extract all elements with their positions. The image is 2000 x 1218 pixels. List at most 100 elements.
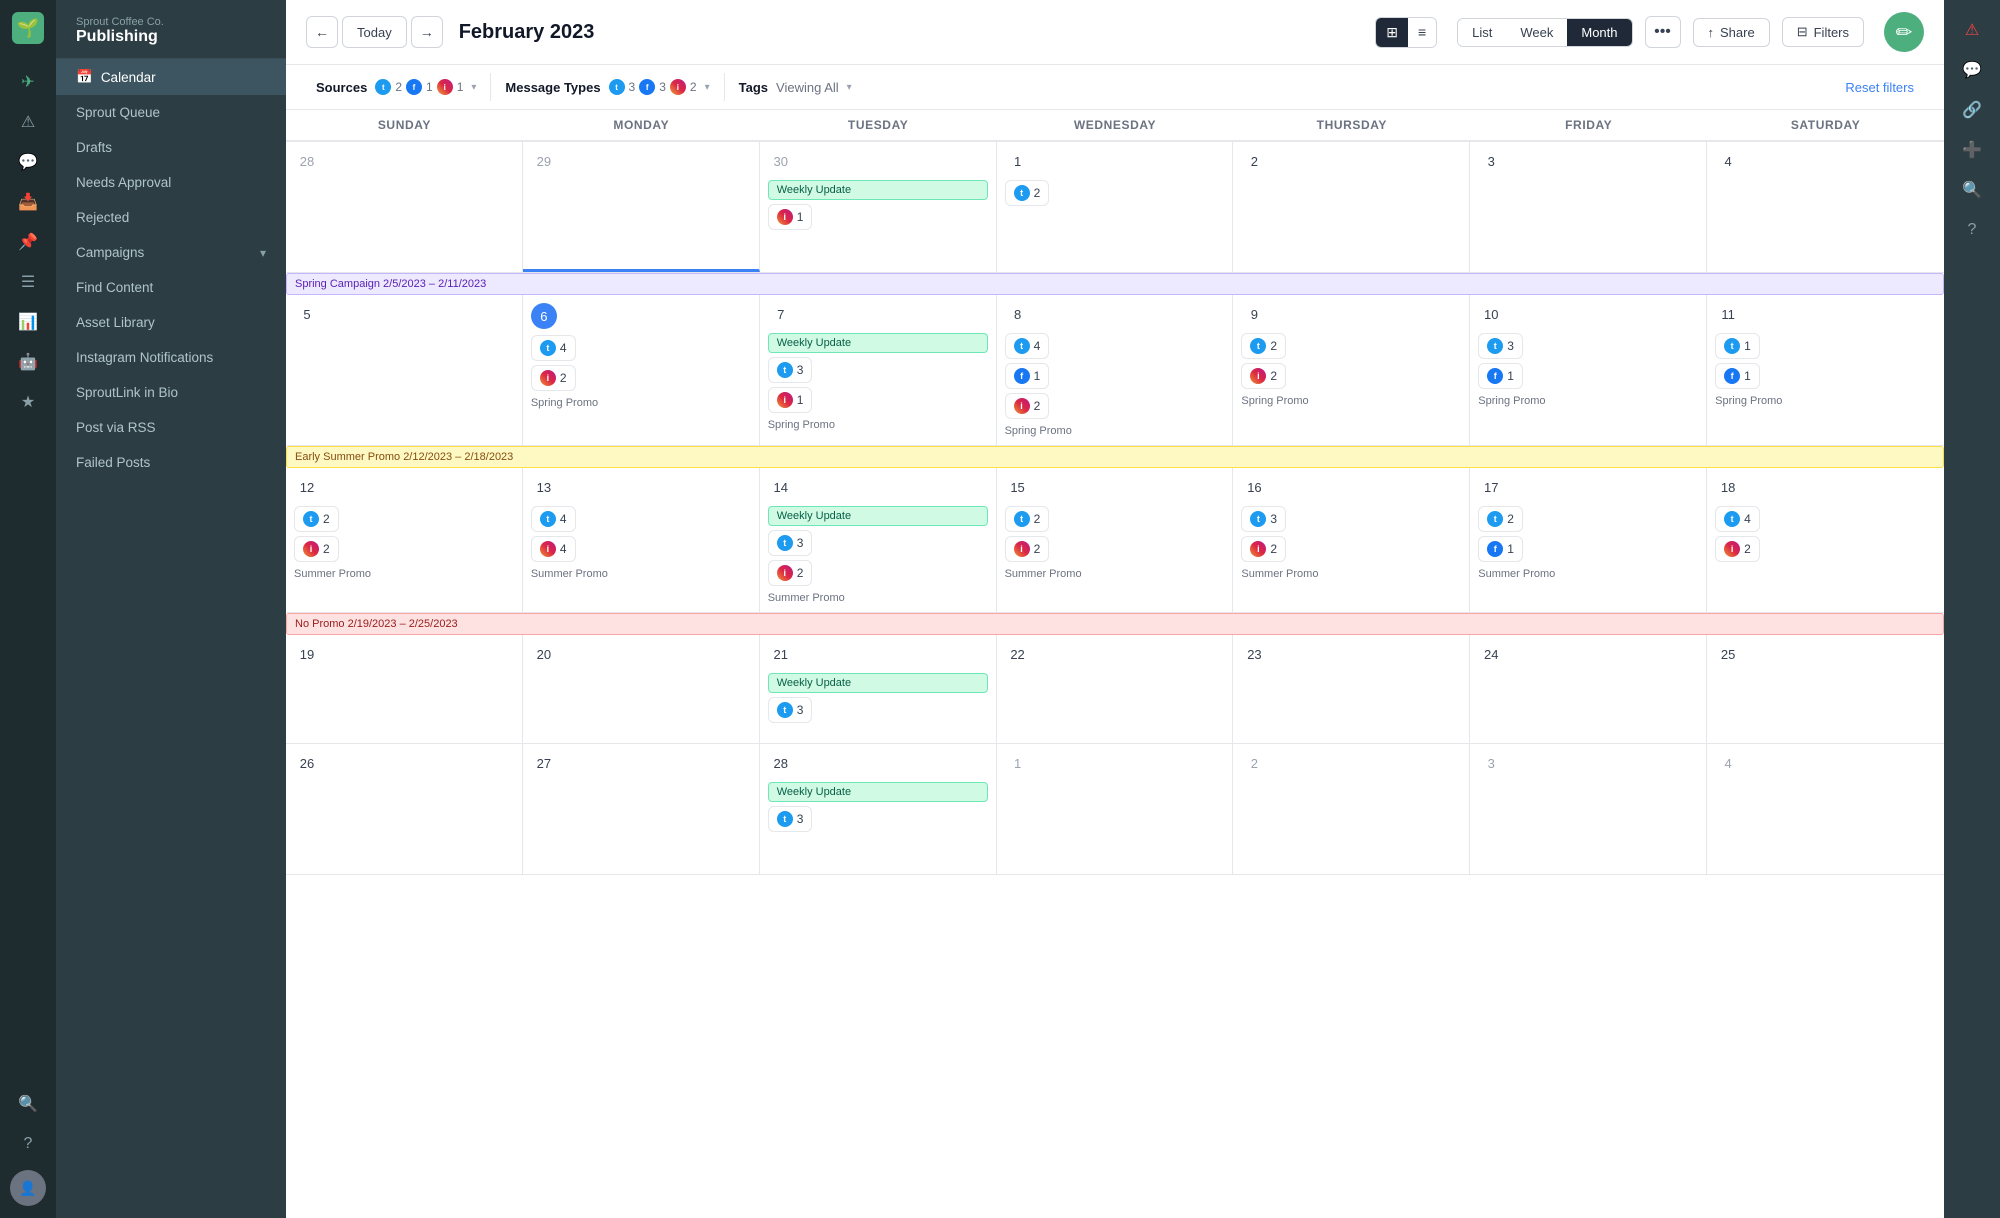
twitter-count-3d[interactable]: t 3 [1241, 506, 1286, 532]
facebook-count-1b[interactable]: f 1 [1478, 363, 1523, 389]
link-icon[interactable]: 🔗 [1954, 92, 1990, 128]
weekly-update-event-28[interactable]: Weekly Update [768, 782, 988, 802]
bot-icon[interactable]: 🤖 [10, 344, 46, 380]
instagram-count-2c[interactable]: i 2 [294, 536, 339, 562]
more-options-button[interactable]: ••• [1645, 16, 1681, 48]
inbox2-icon[interactable]: 📥 [10, 184, 46, 220]
brand-header: Sprout Coffee Co. Publishing [56, 0, 286, 59]
list-view-button[interactable]: ≡ [1408, 18, 1436, 47]
instagram-count-4a[interactable]: i 4 [531, 536, 576, 562]
weekly-update-event-7[interactable]: Weekly Update [768, 333, 988, 353]
weekly-update-event-14[interactable]: Weekly Update [768, 506, 988, 526]
sidebar-item-rejected[interactable]: Rejected [56, 200, 286, 235]
twitter-count-3e[interactable]: t 3 [768, 697, 813, 723]
month-view-mode-button[interactable]: Month [1567, 19, 1631, 46]
calendar-cell-feb13: 13 t 4 i 4 Summer Promo [523, 446, 760, 612]
sidebar-item-instagram-notifications[interactable]: Instagram Notifications [56, 340, 286, 375]
facebook-icon: f [1014, 368, 1030, 384]
date-21: 21 [768, 641, 794, 667]
messages-icon[interactable]: 💬 [10, 144, 46, 180]
grid-view-button[interactable]: ⊞ [1376, 18, 1408, 47]
weekly-update-event-21[interactable]: Weekly Update [768, 673, 988, 693]
analytics-icon[interactable]: 📊 [10, 304, 46, 340]
alert-icon[interactable]: ⚠ [1954, 12, 1990, 48]
list-view-mode-button[interactable]: List [1458, 19, 1506, 46]
tasks-icon[interactable]: ☰ [10, 264, 46, 300]
share-button[interactable]: ↑ Share [1693, 18, 1770, 47]
back-button[interactable]: ← [306, 16, 338, 48]
user-avatar[interactable]: 👤 [10, 1170, 46, 1206]
day-header-monday: Monday [523, 110, 760, 140]
twitter-icon: t [777, 362, 793, 378]
inbox-icon[interactable]: ⚠ [10, 104, 46, 140]
instagram-count-2e[interactable]: i 2 [1005, 536, 1050, 562]
sidebar-item-campaigns[interactable]: Campaigns ▾ [56, 235, 286, 270]
forward-button[interactable]: → [411, 16, 443, 48]
sidebar-item-drafts[interactable]: Drafts [56, 130, 286, 165]
spring-promo-tag-9: Spring Promo [1241, 393, 1461, 409]
date-mar1: 1 [1005, 750, 1031, 776]
twitter-count-2b[interactable]: t 2 [294, 506, 339, 532]
tags-chevron-icon: ▾ [847, 82, 852, 93]
twitter-count-2[interactable]: t 2 [1005, 180, 1050, 206]
search-icon[interactable]: 🔍 [10, 1086, 46, 1122]
sidebar-item-calendar[interactable]: 📅 Calendar [56, 59, 286, 95]
twitter-count-3f[interactable]: t 3 [768, 806, 813, 832]
instagram-count-2[interactable]: i 2 [531, 365, 576, 391]
weekly-update-event[interactable]: Weekly Update [768, 180, 988, 200]
filters-button[interactable]: ⊟ Filters [1782, 17, 1864, 47]
help-icon[interactable]: ? [1954, 212, 1990, 248]
sidebar-item-sproutlink[interactable]: SproutLink in Bio [56, 375, 286, 410]
pin-icon[interactable]: 📌 [10, 224, 46, 260]
instagram-count-2b[interactable]: i 2 [1241, 363, 1286, 389]
instagram-count-1a[interactable]: i 1 [768, 387, 813, 413]
publishing-icon[interactable]: ✈ [10, 64, 46, 100]
twitter-count-2a[interactable]: t 2 [1241, 333, 1286, 359]
sidebar-item-label: Calendar [101, 70, 156, 85]
instagram-count-1[interactable]: i 1 [768, 204, 813, 230]
instagram-count-2f[interactable]: i 2 [1241, 536, 1286, 562]
calendar-cell-feb12: 12 t 2 i 2 Summer Promo [286, 446, 523, 612]
sources-filter[interactable]: Sources t 2 f 1 i 1 ▾ [302, 73, 491, 101]
add-icon[interactable]: ➕ [1954, 132, 1990, 168]
help-icon[interactable]: ? [10, 1126, 46, 1162]
facebook-count-1a[interactable]: f 1 [1005, 363, 1050, 389]
message-types-filter[interactable]: Message Types t 3 f 3 i 2 ▾ [491, 73, 724, 101]
instagram-count-2d[interactable]: i 2 [768, 560, 813, 586]
week-view-mode-button[interactable]: Week [1506, 19, 1567, 46]
spring-campaign-banner[interactable]: Spring Campaign 2/5/2023 – 2/11/2023 [286, 273, 1944, 295]
no-promo-banner[interactable]: No Promo 2/19/2023 – 2/25/2023 [286, 613, 1944, 635]
tags-filter[interactable]: Tags Viewing All ▾ [725, 74, 866, 101]
twitter-count-3a[interactable]: t 3 [768, 357, 813, 383]
compose-button[interactable]: ✏ [1884, 12, 1924, 52]
sidebar-item-find-content[interactable]: Find Content [56, 270, 286, 305]
sidebar-item-asset-library[interactable]: Asset Library [56, 305, 286, 340]
early-summer-promo-banner[interactable]: Early Summer Promo 2/12/2023 – 2/18/2023 [286, 446, 1944, 468]
twitter-count-4b[interactable]: t 4 [531, 506, 576, 532]
twitter-count-2c[interactable]: t 2 [1005, 506, 1050, 532]
star-icon[interactable]: ★ [10, 384, 46, 420]
twitter-count-4[interactable]: t 4 [531, 335, 576, 361]
twitter-count-4a[interactable]: t 4 [1005, 333, 1050, 359]
facebook-count-1d[interactable]: f 1 [1478, 536, 1523, 562]
search-icon[interactable]: 🔍 [1954, 172, 1990, 208]
instagram-count-2g[interactable]: i 2 [1715, 536, 1760, 562]
twitter-count-1a[interactable]: t 1 [1715, 333, 1760, 359]
sidebar-item-failed-posts[interactable]: Failed Posts [56, 445, 286, 480]
today-button[interactable]: Today [342, 16, 407, 48]
twitter-count-2d[interactable]: t 2 [1478, 506, 1523, 532]
sidebar-item-post-via-rss[interactable]: Post via RSS [56, 410, 286, 445]
reset-filters-button[interactable]: Reset filters [1831, 80, 1928, 95]
speech-bubble-icon[interactable]: 💬 [1954, 52, 1990, 88]
twitter-count-3b[interactable]: t 3 [1478, 333, 1523, 359]
twitter-count-3c[interactable]: t 3 [768, 530, 813, 556]
sidebar-item-needs-approval[interactable]: Needs Approval [56, 165, 286, 200]
sidebar-item-label: Find Content [76, 280, 153, 295]
instagram-count-2a[interactable]: i 2 [1005, 393, 1050, 419]
date-18: 18 [1715, 474, 1741, 500]
twitter-count-4c[interactable]: t 4 [1715, 506, 1760, 532]
facebook-count-1c[interactable]: f 1 [1715, 363, 1760, 389]
sidebar-item-label: Failed Posts [76, 455, 150, 470]
nav-arrows: ← Today → [306, 16, 443, 48]
sidebar-item-sprout-queue[interactable]: Sprout Queue [56, 95, 286, 130]
